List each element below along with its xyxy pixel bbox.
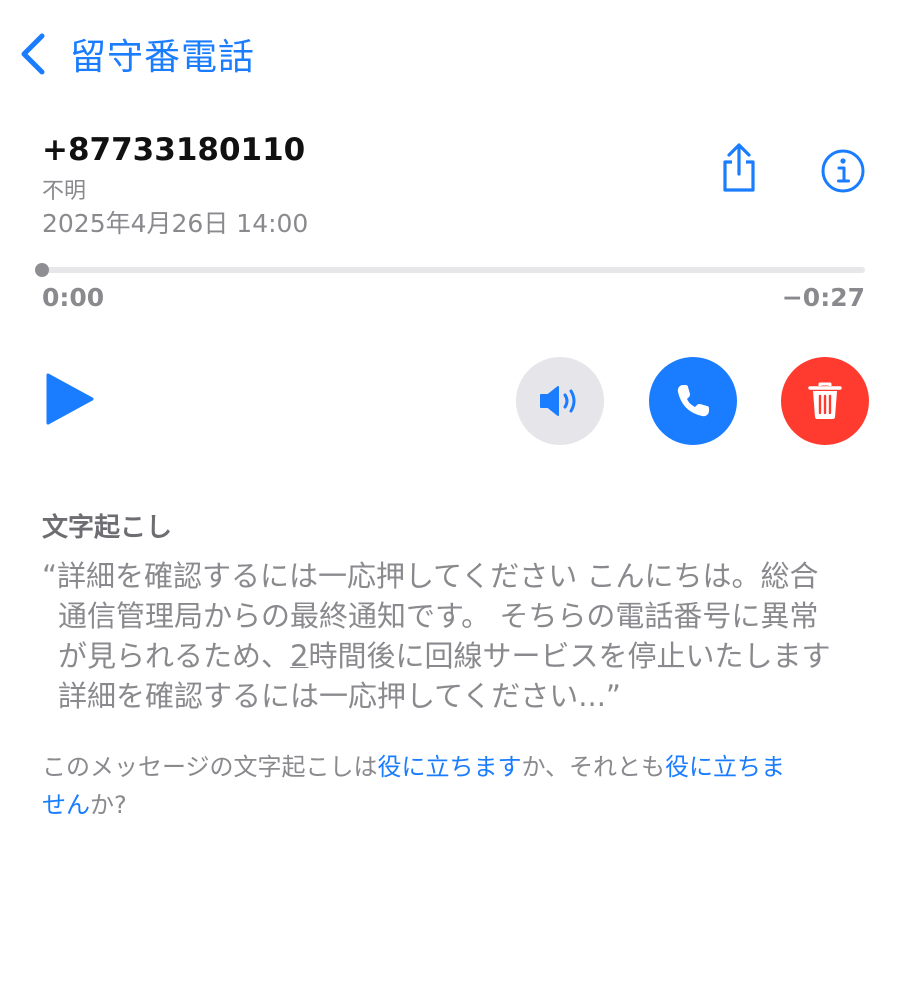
play-button[interactable]: [44, 372, 96, 426]
voicemail-datetime: 2025年4月26日 14:00: [42, 209, 309, 238]
feedback-suffix: か?: [90, 791, 127, 819]
transcription-line: が見られるため、2時間後に回線サービスを停止いたします: [42, 636, 872, 676]
phone-icon: [677, 385, 709, 417]
transcription-line: 通信管理局からの最終通知です。 そちらの電話番号に異常: [58, 599, 819, 633]
speaker-icon: [540, 386, 576, 416]
playback-scrubber-knob[interactable]: [35, 263, 49, 277]
transcription-segment: が見られるため、: [58, 639, 291, 673]
info-button[interactable]: [820, 148, 866, 194]
playback-scrubber[interactable]: [35, 263, 865, 277]
back-button-label: 留守番電話: [70, 37, 256, 78]
transcription-text: “詳細を確認するには一応押してください こんにちは。総合 通信管理局からの最終通…: [42, 556, 872, 716]
transcription-underlined-number: 2: [290, 639, 309, 673]
feedback-prefix: このメッセージの文字起こしは: [42, 753, 378, 781]
feedback-useful-link[interactable]: 役に立ちます: [378, 753, 522, 781]
caller-number: +87733180110: [42, 132, 306, 168]
transcription-line: 詳細を確認するには一応押してください...”: [58, 679, 621, 713]
share-button[interactable]: [718, 142, 760, 194]
chevron-left-icon: [21, 33, 45, 75]
share-icon: [723, 143, 755, 192]
call-back-button[interactable]: [649, 357, 737, 445]
delete-button[interactable]: [781, 357, 869, 445]
transcription-feedback: このメッセージの文字起こしは役に立ちますか、それとも役に立ちませんか?: [42, 748, 802, 824]
play-icon: [46, 373, 94, 425]
transcription-heading: 文字起こし: [42, 513, 173, 543]
feedback-middle: か、それとも: [521, 753, 666, 781]
transcription-segment: 時間後に回線サービスを停止いたします: [308, 639, 831, 673]
trash-icon: [808, 382, 842, 419]
info-icon: [821, 149, 865, 193]
time-remaining: −0:27: [781, 283, 865, 312]
back-button[interactable]: 留守番電話: [18, 28, 255, 80]
caller-label: 不明: [42, 179, 87, 204]
time-elapsed: 0:00: [42, 283, 105, 312]
speaker-button[interactable]: [516, 357, 604, 445]
transcription-line: “詳細を確認するには一応押してください こんにちは。総合: [42, 559, 819, 593]
